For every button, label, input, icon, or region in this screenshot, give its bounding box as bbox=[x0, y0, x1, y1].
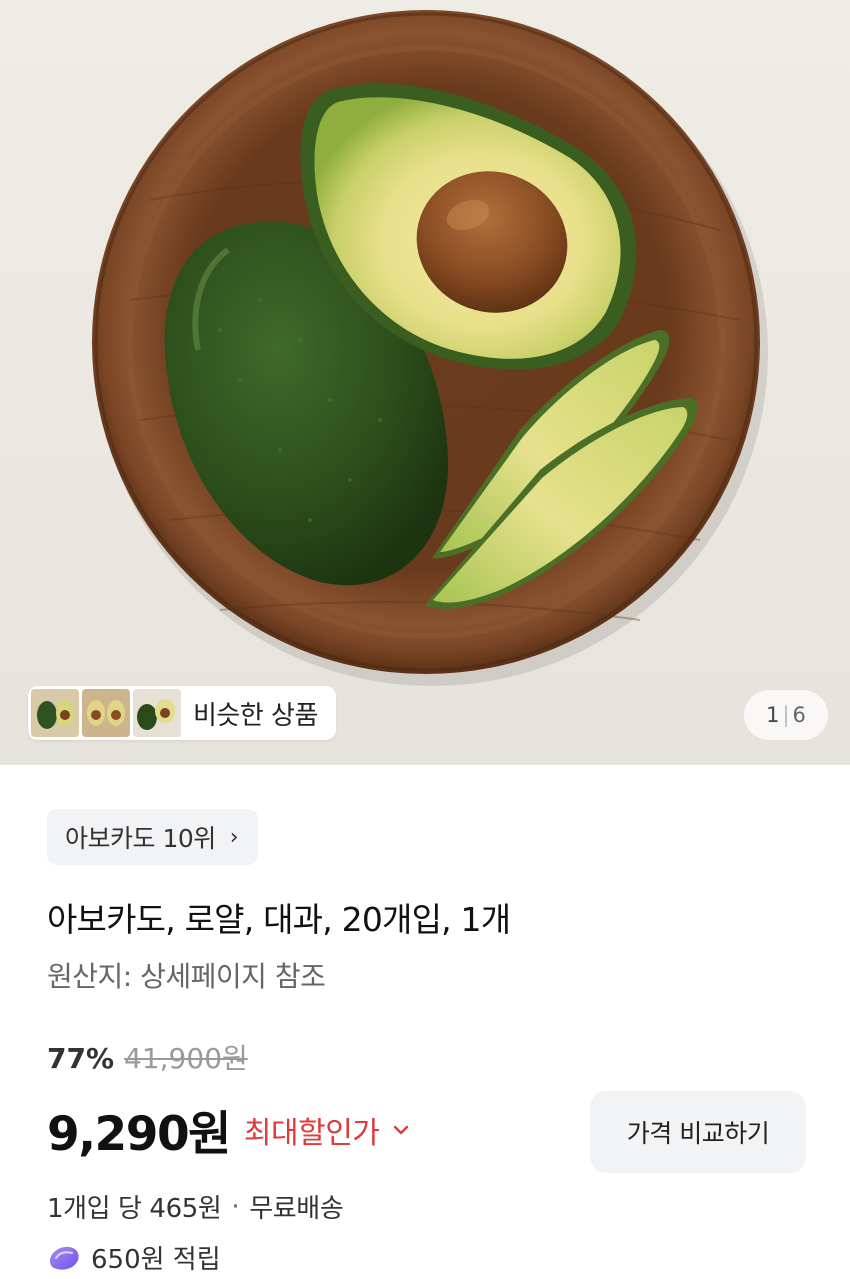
price-compare-button[interactable]: 가격 비교하기 bbox=[590, 1091, 806, 1173]
discount-row: 77% 41,900원 bbox=[47, 1037, 248, 1077]
similar-product-thumbnail bbox=[82, 689, 130, 737]
separator-dot: · bbox=[231, 1191, 240, 1222]
page-separator: | bbox=[782, 703, 790, 727]
discount-rate: 77% bbox=[47, 1042, 115, 1075]
similar-products-button[interactable]: 비슷한 상품 bbox=[28, 686, 336, 740]
page-total: 6 bbox=[792, 703, 806, 727]
unit-price: 1개입 당 465원 bbox=[47, 1194, 222, 1224]
product-origin: 원산지: 상세페이지 참조 bbox=[47, 960, 326, 993]
reward-points: 650원 적립 bbox=[91, 1245, 221, 1275]
image-page-counter: 1 | 6 bbox=[744, 690, 828, 740]
product-info: 아보카도 10위 › 아보카도, 로얄, 대과, 20개입, 1개 원산지: 상… bbox=[0, 765, 850, 1279]
rank-label: 아보카도 10위 bbox=[65, 824, 216, 853]
page-current: 1 bbox=[766, 703, 780, 727]
max-discount-toggle[interactable]: 최대할인가 bbox=[244, 1108, 380, 1152]
product-title: 아보카도, 로얄, 대과, 20개입, 1개 bbox=[47, 900, 511, 939]
unit-price-row: 1개입 당 465원 · 무료배송 bbox=[47, 1188, 344, 1225]
similar-products-label: 비슷한 상품 bbox=[193, 700, 318, 731]
chevron-down-icon[interactable] bbox=[391, 1120, 411, 1140]
similar-product-thumbnail bbox=[133, 689, 181, 737]
similar-product-thumbnails bbox=[28, 689, 181, 737]
points-coin-icon bbox=[50, 1246, 79, 1270]
original-price: 41,900원 bbox=[124, 1042, 248, 1075]
chevron-right-icon: › bbox=[229, 824, 239, 850]
price-row: 9,290원 최대할인가 bbox=[47, 1095, 411, 1164]
product-photo bbox=[92, 10, 768, 686]
shipping-info: 무료배송 bbox=[249, 1194, 344, 1224]
reward-points-row: 650원 적립 bbox=[47, 1239, 221, 1276]
sale-price: 9,290원 bbox=[47, 1107, 231, 1162]
category-rank-chip[interactable]: 아보카도 10위 › bbox=[47, 809, 259, 865]
similar-product-thumbnail bbox=[31, 689, 79, 737]
product-image-carousel[interactable]: 비슷한 상품 1 | 6 bbox=[0, 0, 850, 765]
